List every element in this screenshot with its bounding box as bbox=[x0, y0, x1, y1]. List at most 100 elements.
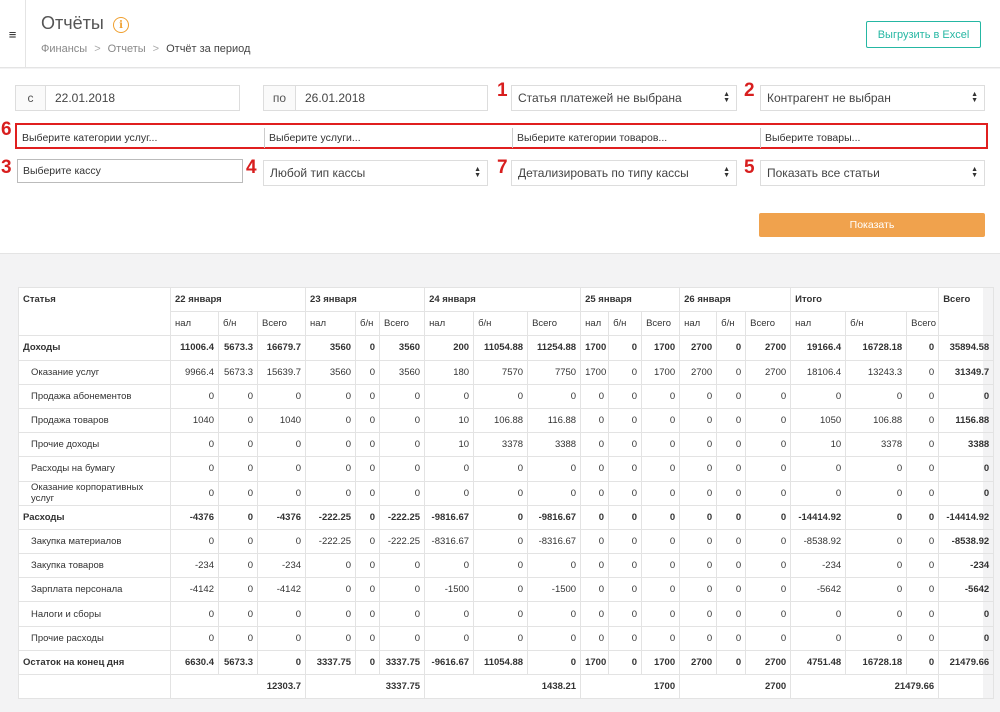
table-cell: 0 bbox=[906, 504, 940, 530]
table-cell: 0 bbox=[424, 480, 475, 506]
table-cell: 0 bbox=[790, 383, 847, 409]
table-cell: 0 bbox=[608, 432, 643, 458]
cashbox-type-select[interactable]: Любой тип кассы ▲ ▼ bbox=[263, 160, 488, 186]
table-cell: 0 bbox=[580, 601, 610, 627]
table-cell: 5673.3 bbox=[218, 335, 258, 361]
table-cell: 2700 bbox=[679, 359, 718, 385]
info-icon[interactable]: i bbox=[113, 17, 129, 33]
table-cell: 0 bbox=[424, 601, 475, 627]
marker-7: 7 bbox=[497, 157, 508, 178]
column-header-total: Итого bbox=[790, 286, 940, 313]
services-select[interactable]: Выберите услуги... bbox=[264, 128, 512, 148]
table-cell: 0 bbox=[716, 480, 747, 506]
table-cell: 180 bbox=[424, 359, 475, 385]
table-cell: 0 bbox=[580, 625, 610, 651]
table-cell: 0 bbox=[580, 407, 610, 434]
detail-by-type-select[interactable]: Детализировать по типу кассы ▲ ▼ bbox=[511, 160, 737, 186]
products-select[interactable]: Выберите товары... bbox=[760, 128, 986, 148]
table-cell: 0 bbox=[790, 480, 847, 506]
table-cell: 0 bbox=[745, 456, 792, 482]
cashbox-select[interactable]: Выберите кассу bbox=[17, 159, 243, 183]
table-cell: 0 bbox=[641, 577, 681, 603]
table-cell: 0 bbox=[218, 577, 258, 603]
date-from-field[interactable]: с 22.01.2018 bbox=[15, 85, 240, 111]
table-cell: 10 bbox=[424, 407, 475, 434]
table-row: Продажа товаров 1040 0 1040 0 0 0 10 106.88 116.8… bbox=[18, 407, 995, 434]
table-cell: 0 bbox=[355, 577, 381, 603]
table-cell: 0 bbox=[716, 649, 747, 676]
table-cell: 0 bbox=[906, 625, 940, 651]
table-cell: 0 bbox=[170, 625, 219, 651]
table-cell: 0 bbox=[424, 553, 475, 579]
export-excel-button[interactable]: Выгрузить в Excel bbox=[866, 21, 981, 48]
table-cell: 16728.18 bbox=[845, 649, 908, 676]
table-cell: 0 bbox=[906, 335, 940, 361]
table-cell: -222.25 bbox=[305, 504, 357, 530]
product-categories-select[interactable]: Выберите категории товаров... bbox=[512, 128, 760, 148]
table-cell: 2700 bbox=[745, 649, 792, 676]
table-cell: 1700 bbox=[641, 335, 681, 361]
table-cell: 0 bbox=[679, 383, 718, 409]
table-cell: 0 bbox=[938, 601, 995, 627]
table-cell: -234 bbox=[256, 553, 307, 579]
table-cell: 0 bbox=[256, 601, 307, 627]
table-cell: 6630.4 bbox=[170, 649, 219, 676]
table-cell: 0 bbox=[218, 553, 258, 579]
table-cell: 0 bbox=[716, 504, 747, 530]
breadcrumb-reports[interactable]: Отчеты bbox=[108, 43, 146, 55]
column-subheader: нал bbox=[580, 311, 610, 337]
table-cell: 0 bbox=[305, 383, 357, 409]
table-cell: 1156.88 bbox=[938, 407, 995, 434]
table-cell: 0 bbox=[379, 456, 426, 482]
date-to-field[interactable]: по 26.01.2018 bbox=[263, 85, 488, 111]
table-cell: 0 bbox=[938, 480, 995, 506]
table-cell: 0 bbox=[679, 625, 718, 651]
table-cell: -9816.67 bbox=[424, 504, 475, 530]
column-subheader: Всего bbox=[379, 311, 426, 337]
table-cell: 0 bbox=[641, 407, 681, 434]
table-cell: -4142 bbox=[170, 577, 219, 603]
table-cell: 0 bbox=[355, 383, 381, 409]
table-cell: 0 bbox=[379, 553, 426, 579]
detail-by-type-value: Детализировать по типу кассы bbox=[518, 166, 689, 180]
table-cell: 3388 bbox=[938, 432, 995, 458]
table-cell: 0 bbox=[845, 625, 908, 651]
table-cell: 0 bbox=[473, 383, 529, 409]
table-cell: 0 bbox=[716, 383, 747, 409]
table-cell: 2700 bbox=[679, 649, 718, 676]
table-cell: 0 bbox=[608, 528, 643, 555]
table-cell: 0 bbox=[527, 553, 582, 579]
table-cell: -4376 bbox=[256, 504, 307, 530]
service-categories-select[interactable]: Выберите категории услуг... bbox=[18, 128, 265, 148]
payment-article-value: Статья платежей не выбрана bbox=[518, 91, 682, 105]
show-articles-select[interactable]: Показать все статьи ▲ ▼ bbox=[760, 160, 985, 186]
report-table-container: Статья 22 января 23 января 24 января 25 янва… bbox=[18, 286, 995, 700]
table-cell: 10 bbox=[424, 432, 475, 458]
table-cell: 0 bbox=[355, 504, 381, 530]
table-cell: 0 bbox=[355, 625, 381, 651]
table-cell: 1040 bbox=[170, 407, 219, 434]
breadcrumb-separator: > bbox=[152, 43, 160, 55]
column-header-grand-total: Всего bbox=[938, 286, 995, 337]
table-cell: 0 bbox=[716, 528, 747, 555]
hamburger-menu-icon[interactable]: ≡ bbox=[0, 0, 26, 68]
select-arrows-icon: ▲ ▼ bbox=[723, 91, 730, 104]
show-button[interactable]: Показать bbox=[759, 213, 985, 237]
table-cell: 0 bbox=[305, 625, 357, 651]
payment-article-select[interactable]: Статья платежей не выбрана ▲ ▼ bbox=[511, 85, 737, 111]
table-cell: 0 bbox=[906, 528, 940, 555]
table-row: Зарплата персонала -4142 0 -4142 0 0 0 -1500 0 -1… bbox=[18, 577, 995, 603]
table-cell: 0 bbox=[256, 383, 307, 409]
table-cell: 0 bbox=[170, 601, 219, 627]
column-header-day: 26 января bbox=[679, 286, 792, 313]
column-subheader: Всего bbox=[256, 311, 307, 337]
table-cell: 0 bbox=[845, 504, 908, 530]
table-cell: 0 bbox=[790, 456, 847, 482]
table-cell: 0 bbox=[679, 407, 718, 434]
table-cell: 0 bbox=[845, 601, 908, 627]
table-cell: 5673.3 bbox=[218, 359, 258, 385]
table-cell: 35894.58 bbox=[938, 335, 995, 361]
column-subheader: нал bbox=[679, 311, 718, 337]
counterparty-select[interactable]: Контрагент не выбран ▲ ▼ bbox=[760, 85, 985, 111]
breadcrumb-finances[interactable]: Финансы bbox=[41, 43, 87, 55]
